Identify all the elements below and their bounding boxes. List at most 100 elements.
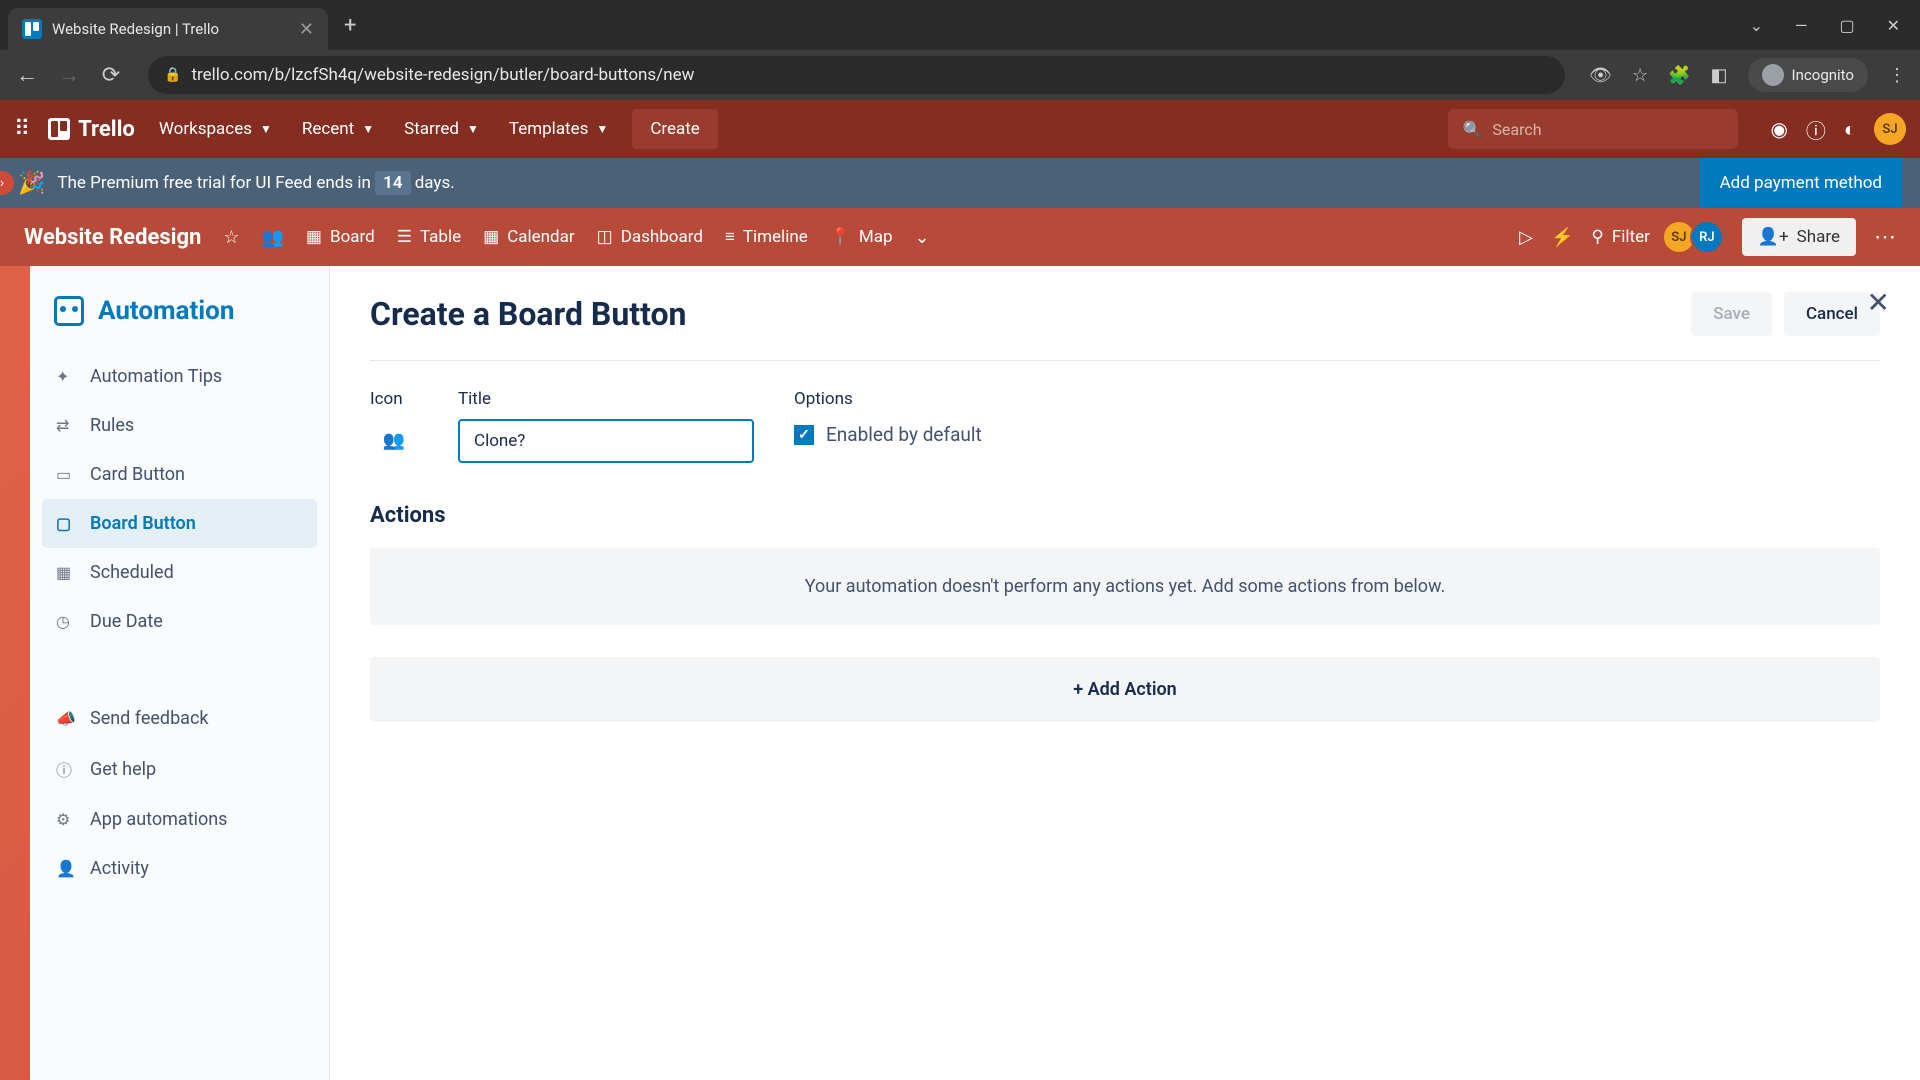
add-payment-button[interactable]: Add payment method xyxy=(1700,158,1902,208)
close-window-icon[interactable]: ✕ xyxy=(1887,16,1900,35)
notifications-icon[interactable]: ◉ xyxy=(1770,117,1787,141)
banner-days: 14 xyxy=(375,171,410,195)
sidebar-item-tips[interactable]: ✦Automation Tips xyxy=(42,352,317,401)
board-view-button[interactable]: ▦Board xyxy=(306,227,375,247)
app-switcher-icon[interactable]: ⠿ xyxy=(14,117,30,142)
tab-dropdown-icon[interactable]: ⌄ xyxy=(1750,16,1763,35)
actions-heading: Actions xyxy=(370,503,1880,528)
recent-menu[interactable]: Recent▼ xyxy=(296,111,380,147)
eye-off-icon[interactable]: 👁 xyxy=(1589,65,1612,86)
close-panel-icon[interactable]: ✕ xyxy=(1867,286,1890,319)
sidepanel-icon[interactable]: ◧ xyxy=(1711,65,1728,86)
sidebar-item-due-date[interactable]: ◷Due Date xyxy=(42,597,317,646)
main-panel: ✕ Create a Board Button Save Cancel Icon… xyxy=(330,266,1920,1080)
sidebar-item-help[interactable]: ⓘGet help xyxy=(42,743,317,795)
tab-title: Website Redesign | Trello xyxy=(52,20,289,38)
more-views-icon[interactable]: ⌄ xyxy=(915,227,930,248)
sidebar-item-feedback[interactable]: 📣Send feedback xyxy=(42,694,317,743)
map-view-button[interactable]: 📍Map xyxy=(830,227,893,247)
options-label: Options xyxy=(794,389,982,409)
chevron-down-icon: ▼ xyxy=(596,122,608,136)
icon-picker[interactable]: 👥 xyxy=(370,419,418,461)
sidebar-item-activity[interactable]: 👤Activity xyxy=(42,844,317,893)
enabled-checkbox[interactable]: ✓ xyxy=(794,425,814,445)
extensions-icon[interactable]: 🧩 xyxy=(1668,65,1690,86)
timeline-icon: ≡ xyxy=(725,227,735,247)
automation-title: Automation xyxy=(42,288,317,352)
board-members[interactable]: SJ RJ xyxy=(1668,220,1724,254)
workspaces-menu[interactable]: Workspaces▼ xyxy=(153,111,278,147)
banner-text: The Premium free trial for UI Feed ends … xyxy=(57,173,454,193)
enabled-label: Enabled by default xyxy=(826,423,982,446)
share-button[interactable]: 👤+Share xyxy=(1742,218,1856,256)
map-pin-icon: 📍 xyxy=(830,227,851,247)
url-field[interactable]: 🔒 trello.com/b/lzcfSh4q/website-redesign… xyxy=(148,56,1565,94)
address-bar: ← → ⟳ 🔒 trello.com/b/lzcfSh4q/website-re… xyxy=(0,50,1920,100)
board-menu-icon[interactable]: ⋯ xyxy=(1874,225,1896,250)
bolt-icon[interactable]: ⚡ xyxy=(1551,227,1573,248)
create-button[interactable]: Create xyxy=(632,109,718,149)
lock-icon: 🔒 xyxy=(164,67,181,83)
table-view-button[interactable]: ☰Table xyxy=(397,227,461,247)
board-title[interactable]: Website Redesign xyxy=(24,225,201,250)
trello-logo-icon xyxy=(48,118,70,140)
chevron-down-icon: ▼ xyxy=(362,122,374,136)
star-board-icon[interactable]: ☆ xyxy=(223,227,239,248)
icon-label: Icon xyxy=(370,389,418,409)
close-tab-icon[interactable]: ✕ xyxy=(299,19,314,40)
minimize-icon[interactable]: — xyxy=(1795,16,1808,35)
visibility-icon[interactable]: 👥 xyxy=(262,227,284,248)
maximize-icon[interactable]: ▢ xyxy=(1839,16,1854,35)
member-avatar-rj[interactable]: RJ xyxy=(1690,220,1724,254)
board-button-icon: ▢ xyxy=(56,514,76,533)
forward-button[interactable]: → xyxy=(56,62,82,88)
title-input[interactable] xyxy=(458,419,754,463)
trello-header: ⠿ Trello Workspaces▼ Recent▼ Starred▼ Te… xyxy=(0,100,1920,158)
sidebar-item-app-automations[interactable]: ⚙App automations xyxy=(42,795,317,844)
browser-tab[interactable]: Website Redesign | Trello ✕ xyxy=(8,8,328,50)
incognito-badge[interactable]: Incognito xyxy=(1748,58,1868,92)
search-placeholder: Search xyxy=(1492,120,1541,139)
window-controls: ⌄ — ▢ ✕ xyxy=(1750,16,1912,35)
reload-button[interactable]: ⟳ xyxy=(98,63,124,88)
megaphone-icon: 📣 xyxy=(56,709,76,728)
calendar-view-button[interactable]: ▦Calendar xyxy=(483,227,575,247)
sidebar-item-board-button[interactable]: ▢Board Button xyxy=(42,499,317,548)
sidebar-item-rules[interactable]: ⇄Rules xyxy=(42,401,317,450)
title-label: Title xyxy=(458,389,754,409)
table-icon: ☰ xyxy=(397,227,412,247)
trello-logo-text: Trello xyxy=(78,117,135,142)
rules-icon: ⇄ xyxy=(56,416,76,435)
sidebar-item-scheduled[interactable]: ▦Scheduled xyxy=(42,548,317,597)
star-icon[interactable]: ☆ xyxy=(1632,65,1648,86)
add-action-button[interactable]: + Add Action xyxy=(370,657,1880,722)
trial-banner: › 🎉 The Premium free trial for UI Feed e… xyxy=(0,158,1920,208)
search-input[interactable]: 🔍 Search xyxy=(1448,109,1738,149)
help-icon[interactable]: ⓘ xyxy=(1806,115,1826,144)
browser-menu-icon[interactable]: ⋮ xyxy=(1888,65,1906,86)
people-icon: 👥 xyxy=(383,430,405,451)
rocket-icon[interactable]: ▷ xyxy=(1519,227,1533,248)
theme-icon[interactable]: ◐ xyxy=(1844,117,1856,142)
card-icon: ▭ xyxy=(56,465,76,484)
actions-empty-state: Your automation doesn't perform any acti… xyxy=(370,548,1880,625)
expand-sidebar-icon[interactable]: › xyxy=(0,171,14,195)
templates-menu[interactable]: Templates▼ xyxy=(503,111,614,147)
chevron-down-icon: ▼ xyxy=(467,122,479,136)
incognito-label: Incognito xyxy=(1792,66,1854,84)
automation-sidebar: Automation ✦Automation Tips ⇄Rules ▭Card… xyxy=(30,266,330,1080)
starred-menu[interactable]: Starred▼ xyxy=(398,111,485,147)
timeline-view-button[interactable]: ≡Timeline xyxy=(725,227,808,247)
back-button[interactable]: ← xyxy=(14,62,40,88)
panel-title: Create a Board Button xyxy=(370,295,687,333)
user-avatar[interactable]: SJ xyxy=(1874,113,1906,145)
save-button[interactable]: Save xyxy=(1691,292,1772,336)
trello-logo[interactable]: Trello xyxy=(48,117,135,142)
chevron-down-icon: ▼ xyxy=(260,122,272,136)
new-tab-button[interactable]: + xyxy=(344,13,356,38)
trello-favicon xyxy=(22,19,42,39)
dashboard-view-button[interactable]: ◫Dashboard xyxy=(597,227,703,247)
filter-button[interactable]: ⚲Filter xyxy=(1591,227,1649,247)
sidebar-item-card-button[interactable]: ▭Card Button xyxy=(42,450,317,499)
gear-icon: ⚙ xyxy=(56,810,76,829)
